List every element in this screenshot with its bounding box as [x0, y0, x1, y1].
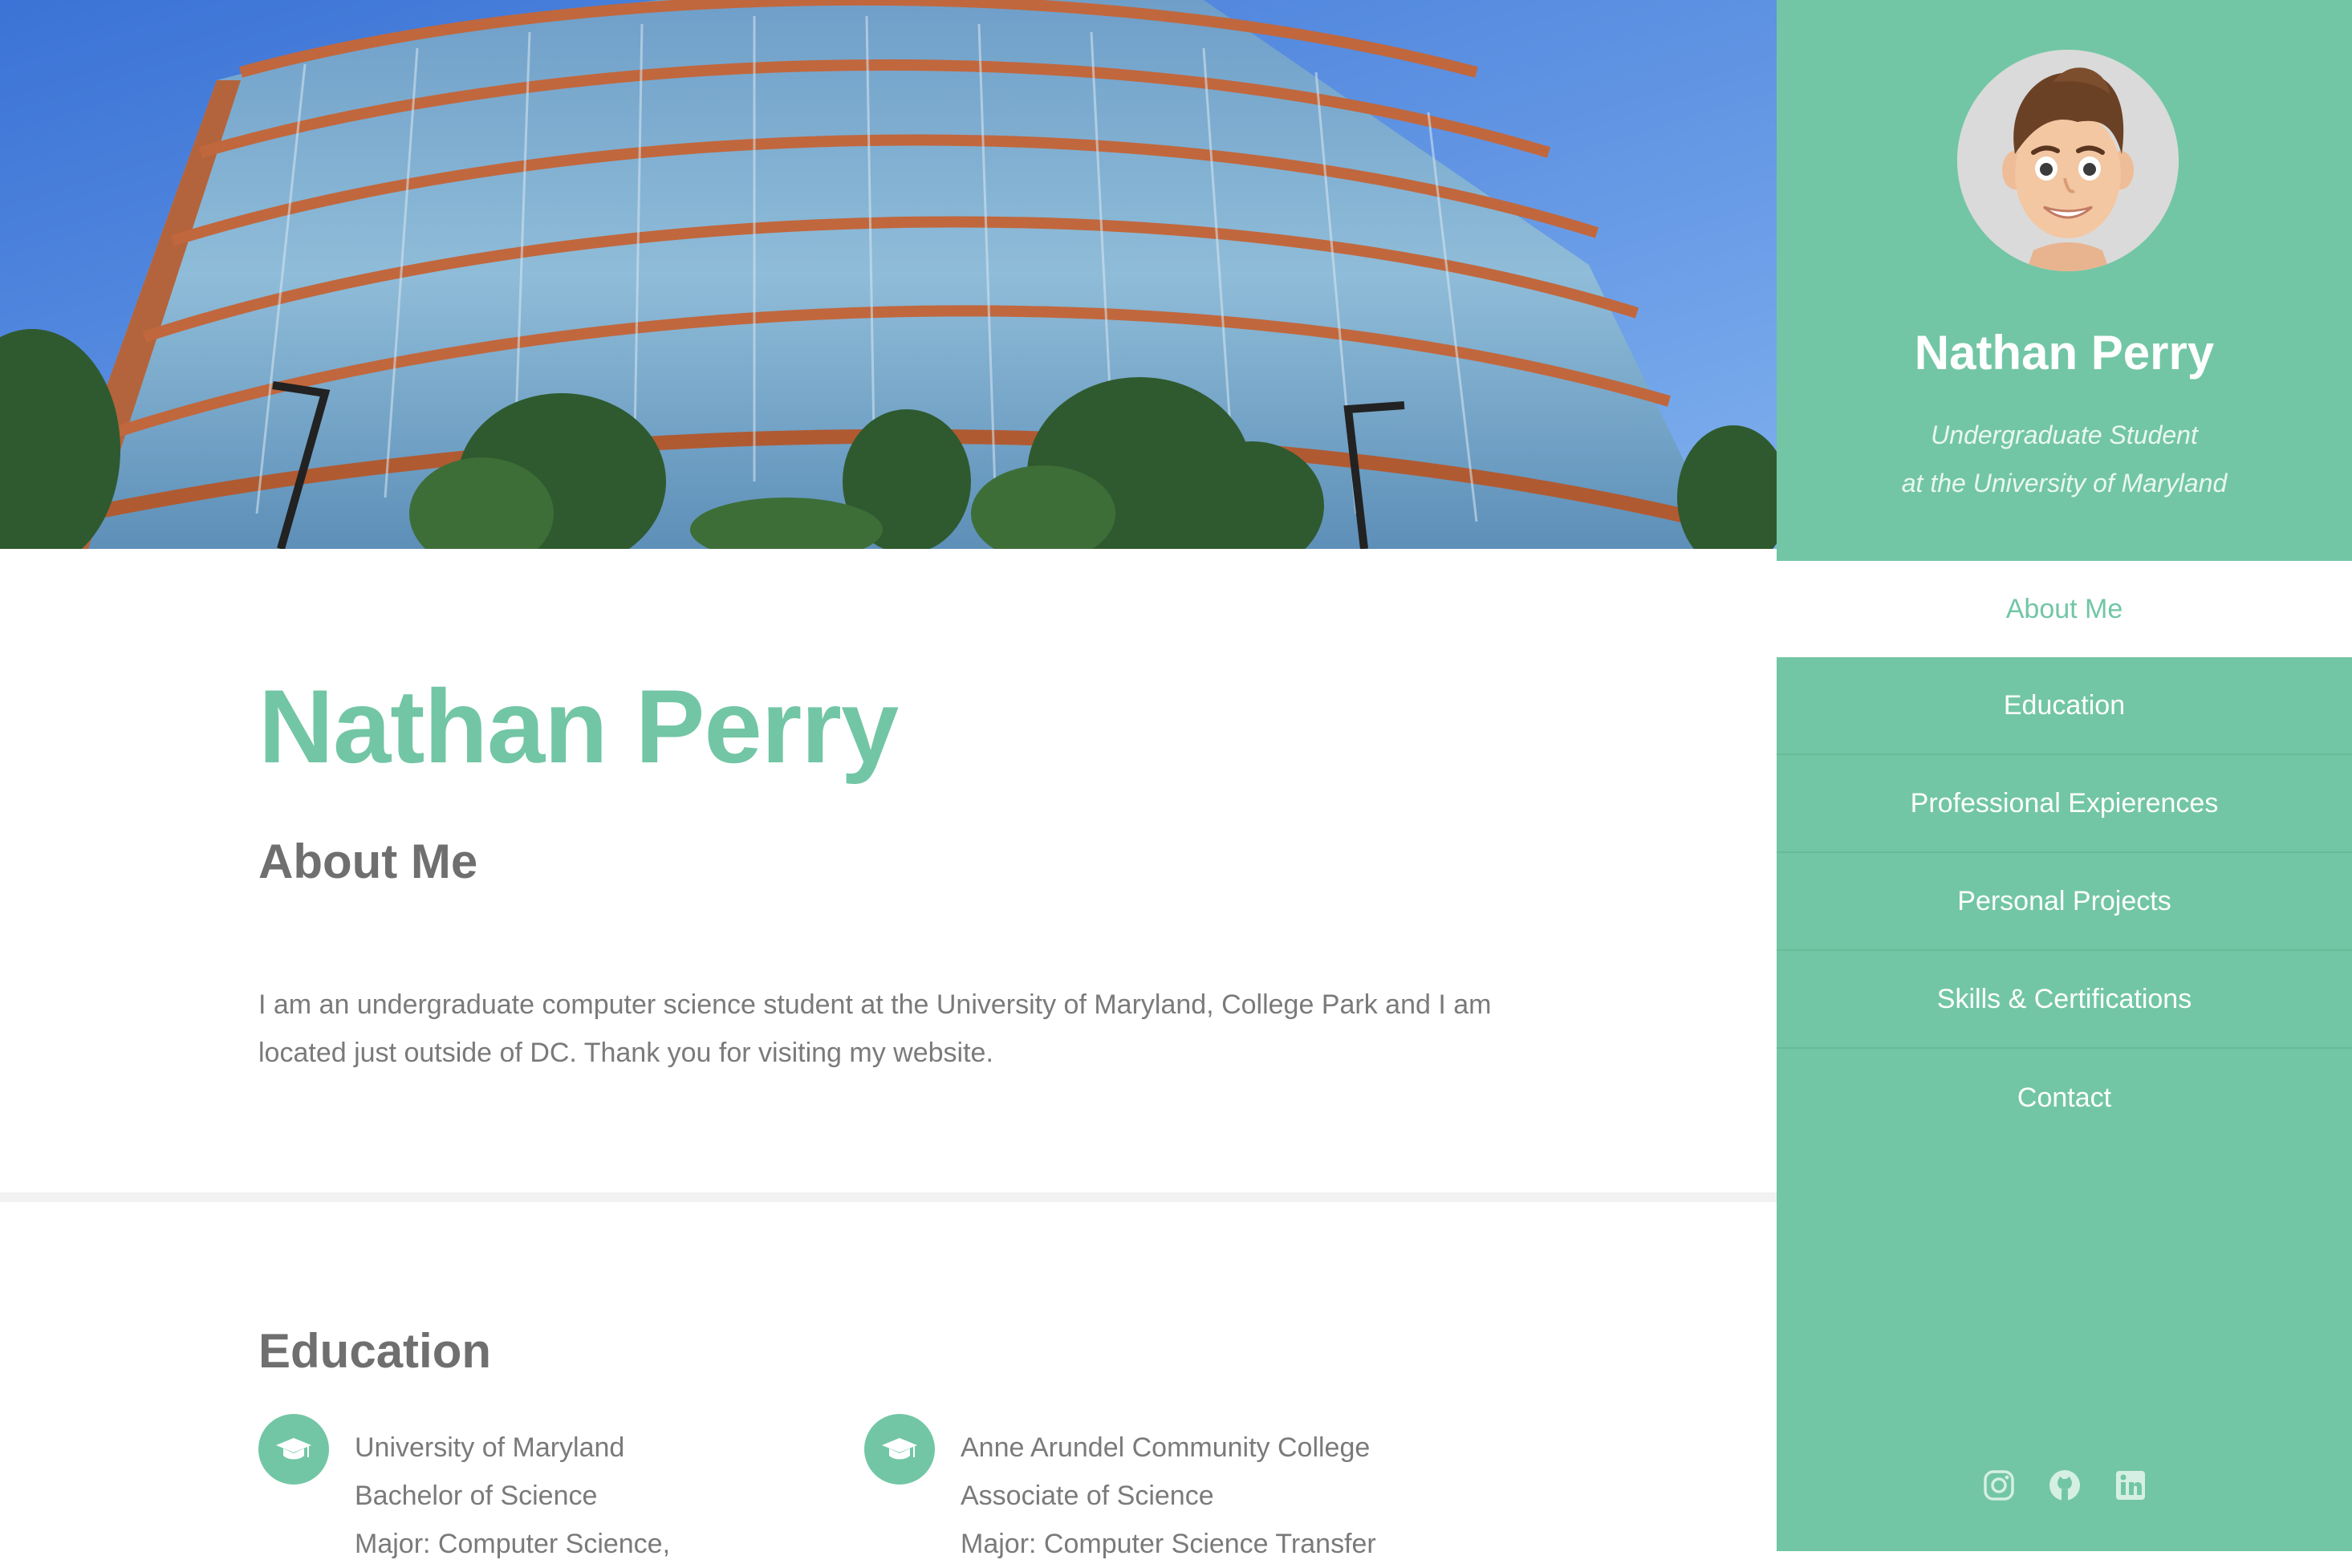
memoji-avatar-image [1957, 50, 2179, 271]
linkedin-icon[interactable] [2114, 1468, 2147, 1502]
sidebar-subtitle-line1: Undergraduate Student [1931, 420, 2198, 449]
graduation-cap-icon [258, 1414, 329, 1485]
degree-name: Associate of Science [961, 1481, 1214, 1511]
about-heading: About Me [258, 835, 478, 888]
education-item: Anne Arundel Community College Associate… [864, 1414, 1376, 1568]
graduation-cap-icon [864, 1414, 935, 1485]
sidebar-name: Nathan Perry [1914, 326, 2215, 380]
school-name: University of Maryland [355, 1432, 625, 1463]
nav-item-contact[interactable]: Contact [1777, 1049, 2352, 1147]
education-item: University of Maryland Bachelor of Scien… [258, 1414, 670, 1568]
nav-item-personal-projects[interactable]: Personal Projects [1777, 853, 2352, 951]
section-divider [0, 1192, 1777, 1202]
sidebar: Nathan Perry Undergraduate Student at th… [1777, 0, 2352, 1551]
major-name: Major: Computer Science, [355, 1529, 671, 1559]
main-content: Nathan Perry About Me I am an undergradu… [0, 549, 1777, 1559]
instagram-icon[interactable] [1982, 1468, 2016, 1502]
page-title: Nathan Perry [258, 668, 899, 785]
degree-name: Bachelor of Science [355, 1481, 598, 1511]
major-name: Major: Computer Science Transfer [961, 1529, 1376, 1559]
social-links [1777, 1468, 2352, 1502]
nav-item-education[interactable]: Education [1777, 657, 2352, 755]
hero-banner-image [0, 0, 1777, 549]
sidebar-nav: About Me Education Professional Expieren… [1777, 561, 2352, 1147]
github-icon[interactable] [2048, 1468, 2082, 1502]
sidebar-subtitle: Undergraduate Student at the University … [1777, 411, 2352, 507]
education-heading: Education [258, 1324, 492, 1378]
avatar [1957, 50, 2179, 271]
sidebar-subtitle-line2: at the University of Maryland [1901, 469, 2228, 498]
nav-item-professional-experiences[interactable]: Professional Expierences [1777, 755, 2352, 853]
nav-item-skills-certifications[interactable]: Skills & Certifications [1777, 951, 2352, 1049]
building-illustration [0, 0, 1777, 549]
about-text: I am an undergraduate computer science s… [258, 989, 1492, 1068]
school-name: Anne Arundel Community College [961, 1432, 1371, 1463]
nav-item-about-me[interactable]: About Me [1777, 561, 2352, 657]
